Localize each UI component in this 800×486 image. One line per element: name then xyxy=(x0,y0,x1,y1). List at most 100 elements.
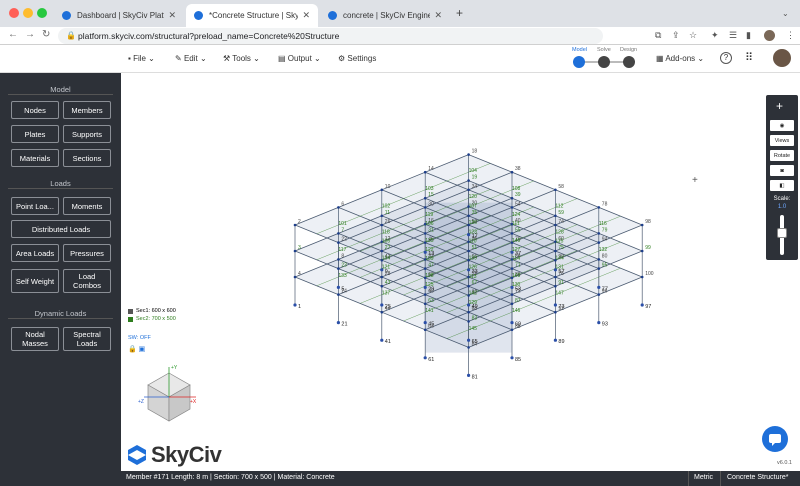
support-node[interactable] xyxy=(553,303,557,307)
distributed-loads-button[interactable]: Distributed Loads xyxy=(11,220,111,238)
tab-close-icon[interactable]: ✕ xyxy=(302,10,310,21)
model-viewport[interactable]: 1 2 3 4 5 6 7 8 9 10 11 12 13 14 15 16 17 18 19 20 21 22 23 24 2… xyxy=(121,73,800,471)
browser-tab-concrete-engineering[interactable]: concrete | SkyCiv Engineering ✕ xyxy=(320,4,450,27)
node[interactable] xyxy=(554,310,557,314)
node[interactable] xyxy=(467,284,470,288)
node[interactable] xyxy=(597,258,601,261)
node[interactable] xyxy=(293,275,297,279)
node[interactable] xyxy=(467,153,470,156)
bookmark-star-icon[interactable]: ☆ xyxy=(689,30,697,41)
camera-icon[interactable]: ◙ xyxy=(770,165,794,176)
open-in-app-icon[interactable]: ⧉ xyxy=(655,30,661,41)
support-node[interactable] xyxy=(336,321,340,325)
maximize-window-icon[interactable] xyxy=(37,8,47,18)
support-node[interactable] xyxy=(467,338,471,342)
spectral-loads-button[interactable]: Spectral Loads xyxy=(63,327,111,351)
node[interactable] xyxy=(380,310,384,314)
browser-tab-dashboard[interactable]: Dashboard | SkyCiv Platform ✕ xyxy=(54,4,184,27)
node[interactable] xyxy=(467,249,470,253)
node[interactable] xyxy=(554,188,557,192)
node[interactable] xyxy=(597,232,601,235)
node[interactable] xyxy=(554,249,557,253)
supports-button[interactable]: Supports xyxy=(63,125,111,143)
node[interactable] xyxy=(510,293,514,296)
area-loads-button[interactable]: Area Loads xyxy=(11,244,59,262)
share-icon[interactable]: ⇪ xyxy=(672,30,680,41)
node[interactable] xyxy=(380,214,384,218)
node[interactable] xyxy=(337,241,340,244)
stage-solve-button[interactable] xyxy=(598,56,610,68)
moments-button[interactable]: Moments xyxy=(63,197,111,215)
node[interactable] xyxy=(293,223,297,227)
node[interactable] xyxy=(423,196,427,200)
scale-slider-handle[interactable] xyxy=(777,228,787,238)
node[interactable] xyxy=(554,214,557,218)
minimize-window-icon[interactable] xyxy=(23,8,33,18)
stage-design-button[interactable] xyxy=(623,56,635,68)
forward-icon[interactable]: → xyxy=(25,29,35,40)
cube-view-icon[interactable]: ◧ xyxy=(770,180,794,191)
support-node[interactable] xyxy=(510,356,514,360)
chat-support-button[interactable] xyxy=(762,426,788,452)
support-node[interactable] xyxy=(380,303,384,307)
new-tab-button[interactable]: + xyxy=(456,6,463,20)
rotate-button[interactable]: Rotate xyxy=(770,150,794,161)
node[interactable] xyxy=(467,310,470,314)
legend-sec1[interactable]: Sec1: 600 x 600 xyxy=(128,308,176,314)
node[interactable] xyxy=(467,320,470,323)
node[interactable] xyxy=(423,170,427,174)
node[interactable] xyxy=(380,223,384,227)
menu-file[interactable]: ▪ File ⌄ xyxy=(128,54,155,63)
menu-edit[interactable]: ✎ Edit ⌄ xyxy=(175,54,207,63)
node[interactable] xyxy=(597,267,601,270)
plates-button[interactable]: Plates xyxy=(11,125,59,143)
support-node[interactable] xyxy=(423,356,427,360)
node[interactable] xyxy=(510,267,514,270)
structure-drawing[interactable]: 1234567891011121314151617181920212223242… xyxy=(121,73,800,471)
node[interactable] xyxy=(554,275,557,279)
node[interactable] xyxy=(380,275,384,279)
apps-grid-icon[interactable]: ⠿ xyxy=(745,51,753,64)
units-toggle[interactable]: Metric xyxy=(694,474,713,481)
node[interactable] xyxy=(337,267,340,270)
node[interactable] xyxy=(337,232,340,235)
node[interactable] xyxy=(337,206,340,209)
visibility-eye-icon[interactable]: ◉ xyxy=(770,120,794,131)
sidebar-toggle-icon[interactable]: ▮ xyxy=(746,30,751,41)
point-loads-button[interactable]: Point Loa... xyxy=(11,197,59,215)
self-weight-button[interactable]: Self Weight xyxy=(11,269,59,293)
node[interactable] xyxy=(467,214,470,218)
node[interactable] xyxy=(510,206,514,209)
extensions-icon[interactable]: ✦ xyxy=(711,30,719,41)
profile-avatar[interactable] xyxy=(764,30,775,41)
menu-addons[interactable]: ▦ Add-ons ⌄ xyxy=(656,54,704,63)
close-window-icon[interactable] xyxy=(9,8,19,18)
menu-settings[interactable]: ⚙ Settings xyxy=(338,54,376,63)
support-node[interactable] xyxy=(336,285,340,289)
node[interactable] xyxy=(423,206,427,209)
node[interactable] xyxy=(640,249,644,253)
browser-menu-icon[interactable]: ⋮ xyxy=(786,30,795,41)
zoom-in-button[interactable]: + xyxy=(776,99,783,113)
load-combos-button[interactable]: Load Combos xyxy=(63,269,111,293)
help-button[interactable]: ? xyxy=(720,52,732,64)
node[interactable] xyxy=(423,232,427,235)
tab-close-icon[interactable]: ✕ xyxy=(434,10,442,21)
node[interactable] xyxy=(380,284,384,288)
support-node[interactable] xyxy=(293,303,297,307)
node[interactable] xyxy=(510,170,514,174)
node[interactable] xyxy=(423,328,427,332)
nodes-button[interactable]: Nodes xyxy=(11,101,59,119)
node[interactable] xyxy=(337,258,340,261)
node[interactable] xyxy=(467,179,470,182)
node[interactable] xyxy=(337,293,340,296)
materials-button[interactable]: Materials xyxy=(11,149,59,167)
node[interactable] xyxy=(597,241,601,244)
sections-button[interactable]: Sections xyxy=(63,149,111,167)
node[interactable] xyxy=(597,293,601,296)
node[interactable] xyxy=(467,188,470,192)
support-node[interactable] xyxy=(423,321,427,325)
node[interactable] xyxy=(293,249,297,253)
tab-close-icon[interactable]: ✕ xyxy=(168,10,176,21)
support-node[interactable] xyxy=(597,321,601,325)
